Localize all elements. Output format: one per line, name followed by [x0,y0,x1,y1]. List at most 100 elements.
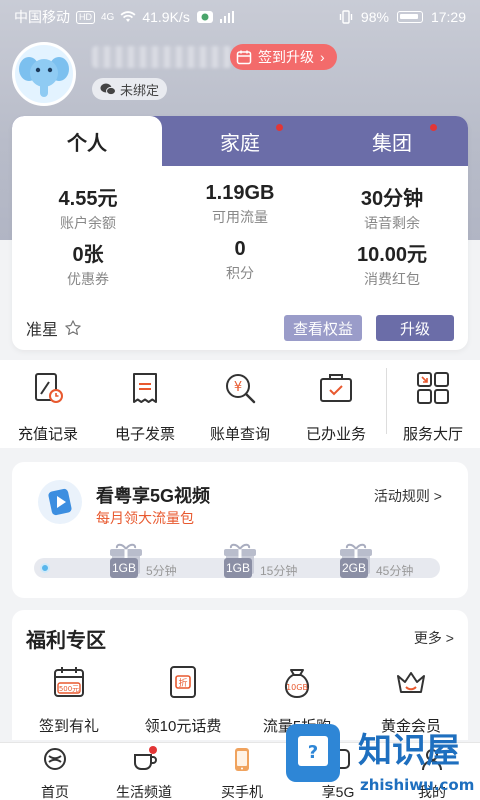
video-promo-subtitle: 每月领大流量包 [96,510,194,526]
watermark-title: 知识屋 [358,731,460,771]
view-benefits-button[interactable]: 查看权益 [284,315,362,341]
stat-red-packet[interactable]: 10.00元 消费红包 [316,238,468,289]
data-bag-icon: 10GB [285,669,309,699]
tab-personal-label: 个人 [67,132,107,155]
welfare-item-10-yuan[interactable]: 折 领10元话费 [126,664,240,736]
stat-label: 消费红包 [364,271,420,287]
welfare-badge: 折 [178,677,187,689]
avatar[interactable] [12,42,76,106]
nav-life-channel[interactable]: 生活频道 [96,745,192,800]
watermark-url: zhishiwu.com [360,776,474,794]
tab-personal[interactable]: 个人 [12,116,162,166]
profile-header: 签到升级 › 未绑定 [12,42,468,106]
svg-text:¥: ¥ [234,380,242,395]
network-type: 4G [101,11,115,23]
progress-dot [40,563,50,573]
wifi-icon [120,11,136,22]
milestone-gb: 1GB [110,558,138,578]
app-notification-icon [196,11,213,23]
invoice-icon [133,373,157,403]
video-play-icon [48,488,72,516]
nav-home[interactable]: 首页 [7,745,103,800]
carrier-name: 中国移动 [14,9,70,25]
nav-label: 首页 [41,784,69,800]
notification-dot [430,124,437,131]
tab-family-label: 家庭 [220,132,260,155]
net-speed: 41.9K/s [142,9,190,25]
service-hall-icon [417,372,449,404]
life-icon [134,746,157,770]
tab-family[interactable]: 家庭 [164,116,316,166]
service-e-invoice[interactable]: 电子发票 [98,370,192,444]
stat-value: 0 [234,238,246,260]
bind-wechat-status[interactable]: 未绑定 [92,78,168,100]
calendar-icon [236,50,252,65]
vibrate-icon [339,10,353,24]
stat-value: 30分钟 [360,188,424,210]
welfare-item-signin-gift[interactable]: 500元 签到有礼 [12,664,126,736]
welfare-more-link[interactable]: 更多 > [414,628,454,648]
stat-label: 优惠券 [67,271,109,287]
stat-data[interactable]: 1.19GB 可用流量 [164,182,316,227]
clock: 17:29 [430,9,466,25]
stat-value: 4.55元 [58,188,118,210]
bill-search-icon: ¥ [226,374,256,404]
elephant-avatar-icon [15,45,73,103]
services-row: 充值记录 电子发票 ¥ 账单查询 已办业务 服务大厅 [0,360,480,448]
stat-coupons[interactable]: 0张 优惠券 [12,238,164,289]
service-recharge-record[interactable]: 充值记录 [1,370,95,444]
welfare-badge: 10GB [286,683,308,692]
service-label: 电子发票 [114,426,175,443]
stat-points[interactable]: 0 积分 [164,238,316,283]
star-outline-icon [65,320,81,335]
stat-value: 1.19GB [205,182,275,204]
tab-group[interactable]: 集团 [316,116,468,166]
service-label: 账单查询 [209,426,270,443]
masked-phone-number [92,46,232,68]
home-icon [44,748,66,770]
account-tabs: 个人 家庭 集团 [12,116,468,166]
battery-icon [396,11,423,23]
milestone-gb: 2GB [340,558,368,578]
video-promo-card[interactable]: 看粤享5G视频 每月领大流量包 活动规则 > 1GB 5分钟 1GB 15分钟 … [12,462,468,598]
service-hall[interactable]: 服务大厅 [386,370,480,444]
calendar-icon: 500元 [54,667,84,697]
signal-icon [219,11,234,23]
stat-balance[interactable]: 4.55元 账户余额 [12,182,164,233]
signin-upgrade-label: 签到升级 [258,49,314,65]
stat-value: 0张 [72,244,104,266]
service-label: 服务大厅 [402,426,463,443]
milestone-mins: 15分钟 [260,564,298,578]
service-label: 已办业务 [305,426,366,443]
milestone-mins: 45分钟 [376,564,414,578]
account-card: 个人 家庭 集团 4.55元 账户余额 1.19GB 可用流量 30分钟 语音剩… [12,116,468,350]
service-done-business[interactable]: 已办业务 [289,370,383,444]
activity-rules-link[interactable]: 活动规则 > [374,486,442,506]
status-bar: 中国移动 HD 4G 41.9K/s 98% 17:29 [0,0,480,34]
stat-label: 账户余额 [60,215,116,231]
site-watermark: ? 知识屋 zhishiwu.com [286,724,474,794]
welfare-badge: 500元 [59,685,79,693]
stat-value: 10.00元 [356,244,428,266]
wechat-icon [100,83,116,96]
recharge-record-icon [35,373,63,403]
member-level[interactable]: 准星 [26,316,82,340]
nav-label: 生活频道 [116,784,172,800]
milestone-mins: 5分钟 [146,564,177,578]
chevron-right-icon: › [320,49,325,65]
phone-shop-icon [235,748,249,771]
stat-label: 可用流量 [212,209,268,225]
service-bill-query[interactable]: ¥ 账单查询 [193,370,287,444]
bind-status-label: 未绑定 [120,82,160,98]
welfare-title: 福利专区 [26,630,106,652]
stat-label: 语音剩余 [364,215,420,231]
hd-badge: HD [76,10,95,24]
upgrade-button[interactable]: 升级 [376,315,454,341]
welfare-label: 签到有礼 [38,718,99,735]
video-promo-title: 看粤享5G视频 [96,486,211,506]
stat-voice[interactable]: 30分钟 语音剩余 [316,182,468,233]
svg-text:?: ? [308,742,318,763]
signin-upgrade-button[interactable]: 签到升级 › [230,44,337,70]
notification-dot [276,124,283,131]
crown-icon [397,672,425,693]
